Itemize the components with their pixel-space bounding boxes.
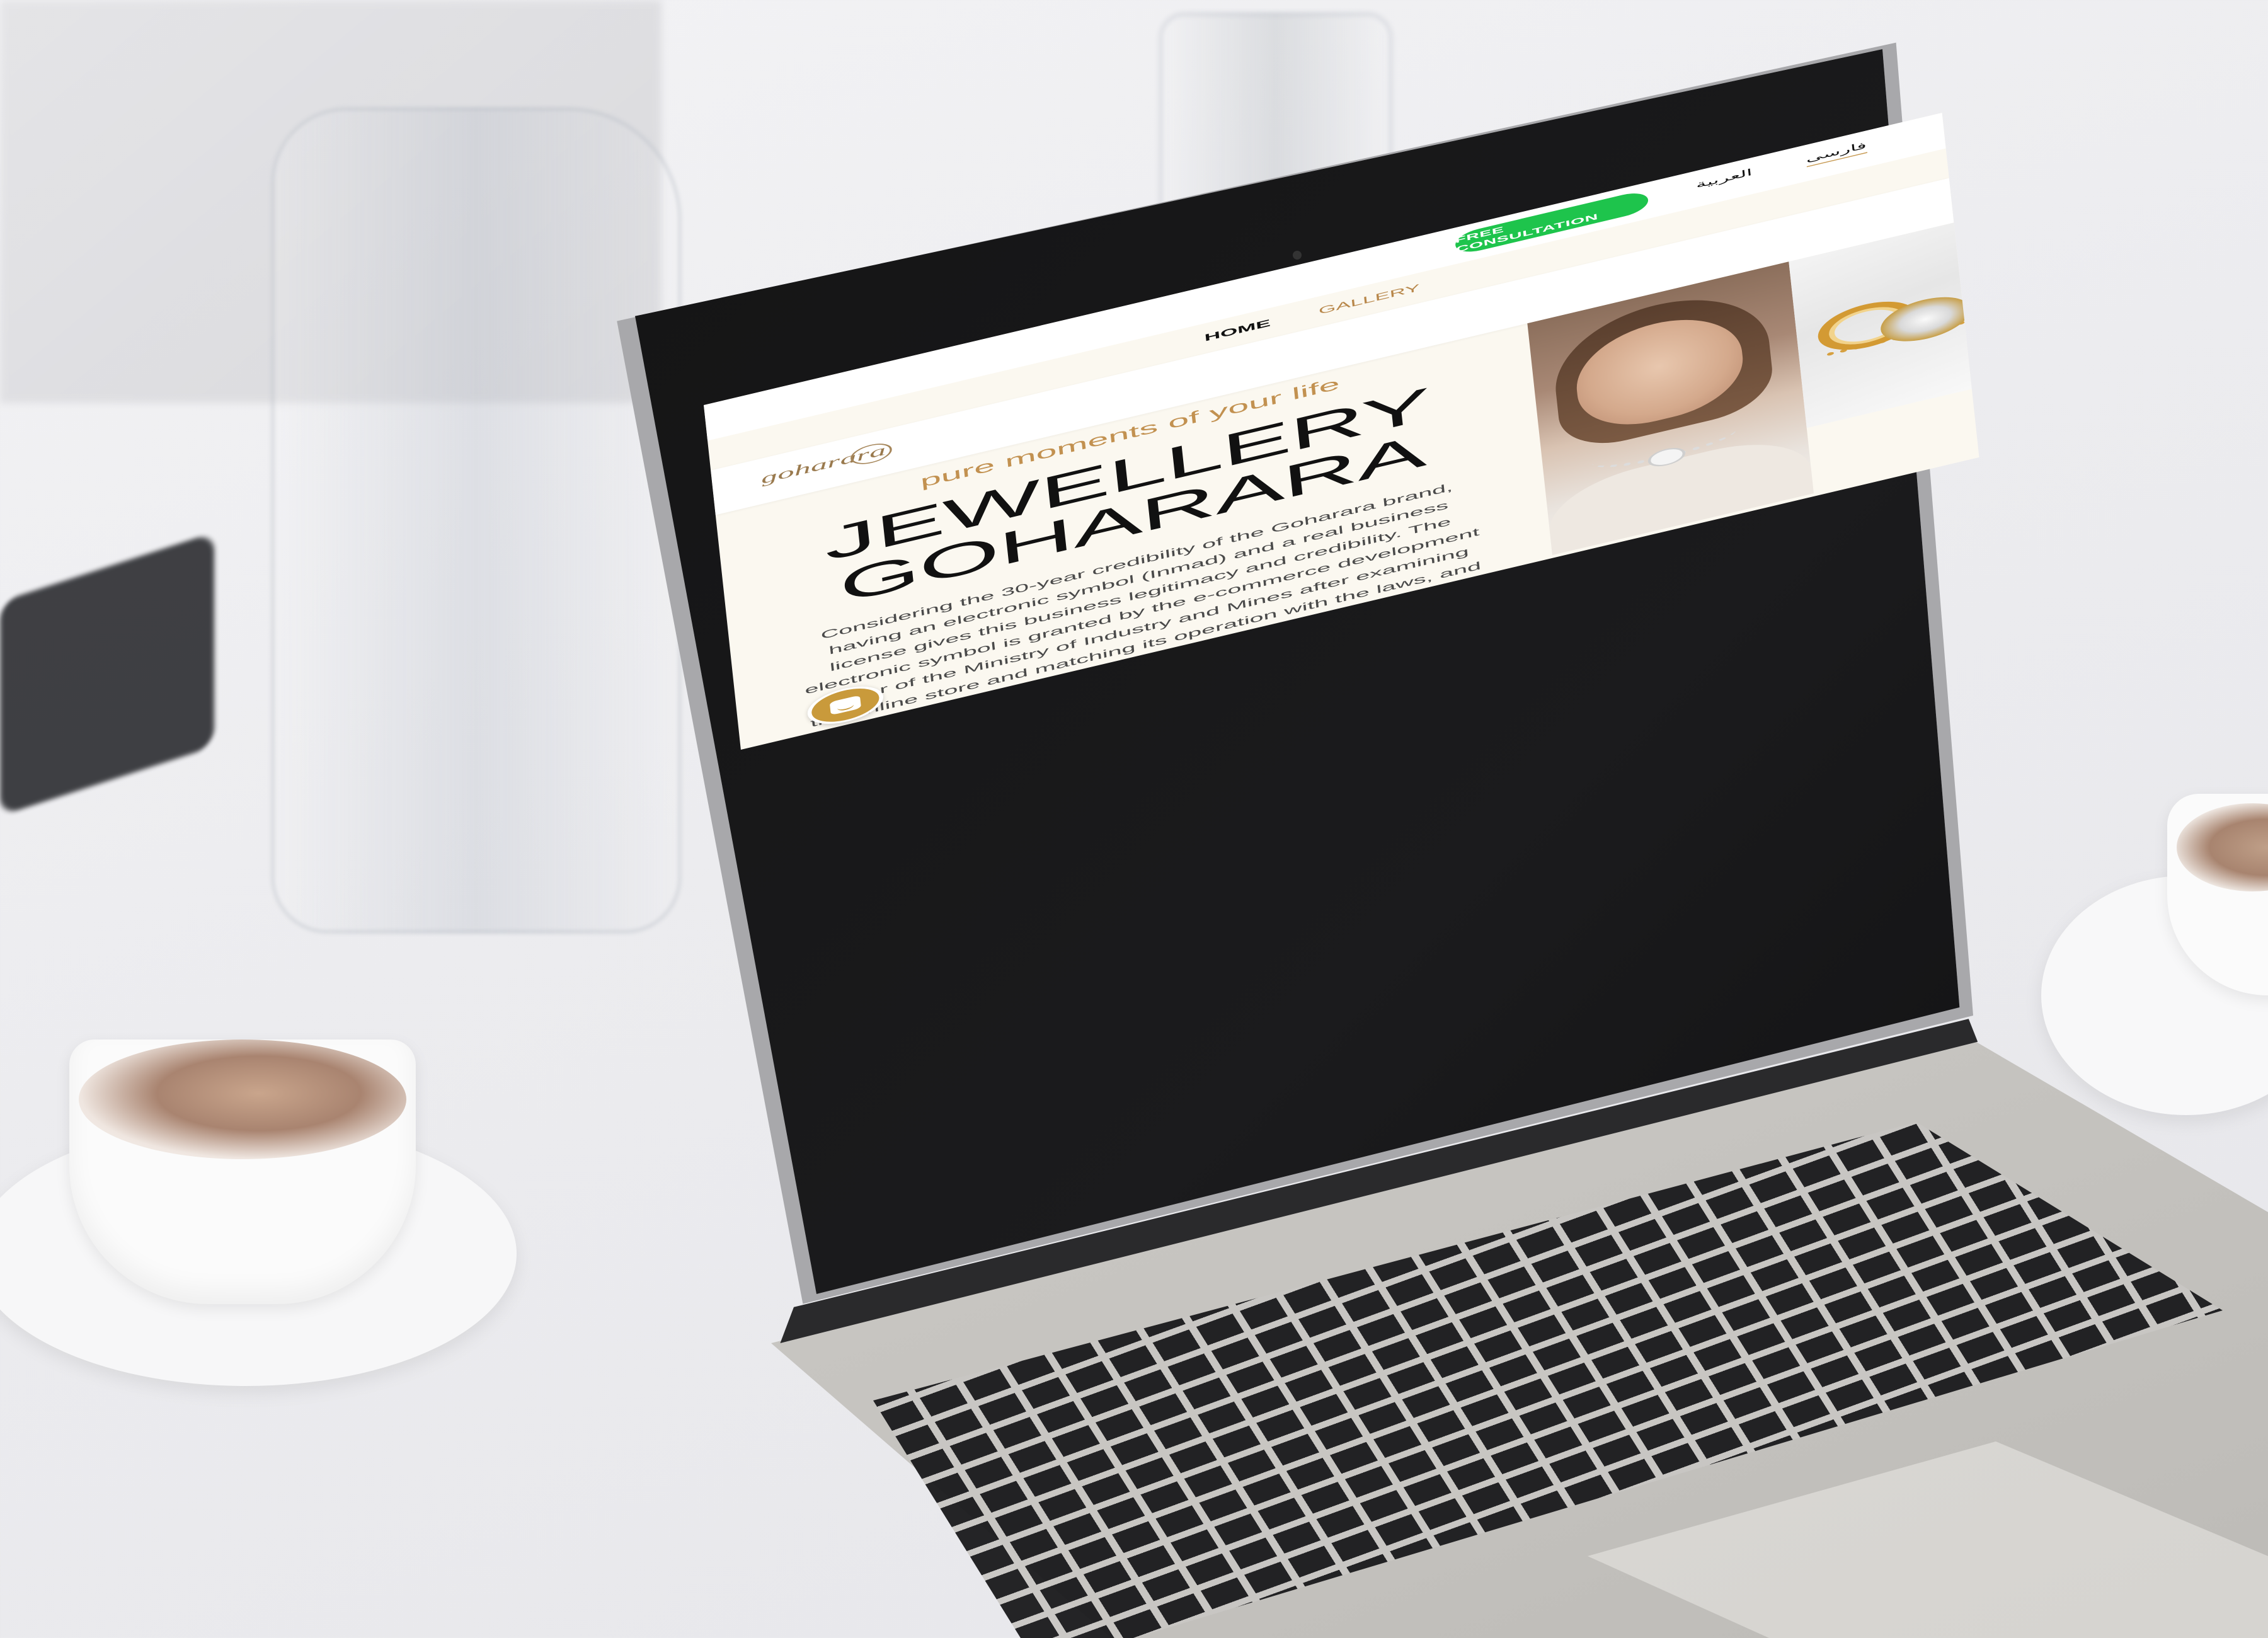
nav-home[interactable]: HOME	[1204, 317, 1271, 343]
logo-emblem-icon	[849, 440, 893, 468]
background-coffee-cup-rim	[79, 1040, 406, 1159]
background-napkin	[0, 532, 214, 816]
background-water-pitcher	[271, 107, 682, 934]
language-persian-link[interactable]: فارسی	[1805, 139, 1868, 168]
chat-bubble-icon	[829, 695, 862, 716]
language-arabic-link[interactable]: العربية	[1695, 167, 1753, 192]
webcam-icon	[1293, 251, 1302, 260]
